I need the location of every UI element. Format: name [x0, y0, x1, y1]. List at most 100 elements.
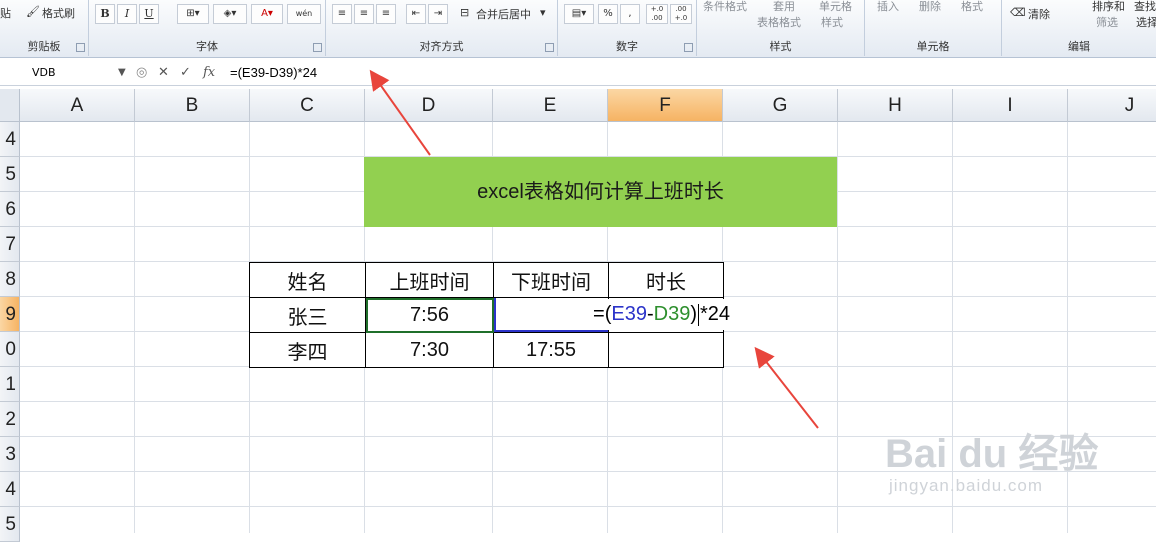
- phonetic-button[interactable]: wén: [287, 4, 321, 24]
- expand-icon[interactable]: ◎: [136, 65, 147, 80]
- row-header[interactable]: 1: [0, 367, 20, 402]
- text-caret: [698, 303, 699, 326]
- increase-decimal-button[interactable]: +.0 .00: [646, 4, 668, 24]
- fill-color-icon[interactable]: ◈▾: [213, 4, 247, 24]
- column-header-a[interactable]: A: [20, 89, 135, 122]
- find-select-button[interactable]: 选择: [1136, 14, 1156, 30]
- styles-group: 条件格式 套用 表格格式 单元格 样式 样式: [697, 0, 865, 56]
- cells-group-label: 单元格: [916, 40, 950, 53]
- underline-button[interactable]: U: [139, 4, 159, 24]
- clear-button[interactable]: 清除: [1028, 6, 1050, 22]
- number-group-label: 数字: [616, 40, 638, 53]
- align-center-icon[interactable]: ≡: [354, 4, 374, 24]
- cell-style-button[interactable]: 样式: [821, 14, 843, 30]
- row-header[interactable]: 2: [0, 402, 20, 437]
- row-header[interactable]: 5: [0, 507, 20, 542]
- row-header[interactable]: 4: [0, 472, 20, 507]
- comma-button[interactable]: ,: [620, 4, 640, 24]
- row-header[interactable]: 7: [0, 227, 20, 262]
- column-gridline: [134, 122, 135, 533]
- insert-function-icon[interactable]: fx: [203, 65, 215, 80]
- column-header-e[interactable]: E: [493, 89, 608, 122]
- decrease-decimal-button[interactable]: .00 +.0: [670, 4, 692, 24]
- number-launcher-icon[interactable]: .: [684, 43, 693, 52]
- column-header-g[interactable]: G: [723, 89, 838, 122]
- column-header-f[interactable]: F: [608, 89, 723, 122]
- find-select-top[interactable]: 查找: [1134, 0, 1156, 14]
- merge-dropdown-icon[interactable]: ▾: [540, 6, 546, 19]
- editing-group: ⌫ 清除 排序和 筛选 查找 选择 编辑: [1002, 0, 1156, 56]
- cell-end-time[interactable]: [493, 297, 609, 333]
- ribbon: 贴 🖌 格式刷 剪贴板 . B I U ⊞▾ ◈▾ A▾ wén 字体 . ≡ …: [0, 0, 1156, 58]
- bold-button[interactable]: B: [95, 4, 115, 24]
- table-format-top[interactable]: 套用: [773, 0, 795, 14]
- cancel-icon[interactable]: ✕: [158, 65, 169, 80]
- formula-minus: -: [646, 303, 654, 325]
- delete-button[interactable]: 删除: [919, 0, 941, 14]
- cell-start-time[interactable]: 7:56: [365, 297, 494, 333]
- insert-button[interactable]: 插入: [877, 0, 899, 14]
- column-header-i[interactable]: I: [953, 89, 1068, 122]
- clear-icon[interactable]: ⌫: [1010, 6, 1026, 19]
- table-format-button[interactable]: 表格格式: [757, 14, 801, 30]
- formula-eq: =: [593, 303, 605, 325]
- row-header[interactable]: 9: [0, 297, 20, 332]
- confirm-icon[interactable]: ✓: [180, 65, 191, 80]
- formula-rest: *24: [700, 303, 731, 325]
- header-cell-start[interactable]: 上班时间: [365, 262, 494, 298]
- header-cell-duration[interactable]: 时长: [608, 262, 724, 298]
- row-header[interactable]: 4: [0, 122, 20, 157]
- row-header[interactable]: 8: [0, 262, 20, 297]
- cell-start-time[interactable]: 7:30: [365, 332, 494, 368]
- header-cell-end[interactable]: 下班时间: [493, 262, 609, 298]
- paste-button[interactable]: 贴: [0, 5, 11, 21]
- format-button[interactable]: 格式: [961, 0, 983, 14]
- formula-input[interactable]: [228, 63, 1152, 82]
- watermark-brand: Bai du 经验: [885, 432, 1099, 476]
- column-header-h[interactable]: H: [838, 89, 953, 122]
- cell-style-top[interactable]: 单元格: [819, 0, 852, 14]
- decrease-indent-icon[interactable]: ⇤: [406, 4, 426, 24]
- accounting-format-icon[interactable]: ▤▾: [564, 4, 594, 24]
- row-header[interactable]: 5: [0, 157, 20, 192]
- select-all-corner[interactable]: [0, 89, 20, 122]
- conditional-format-button[interactable]: 条件格式: [703, 0, 747, 14]
- row-header[interactable]: 0: [0, 332, 20, 367]
- borders-icon[interactable]: ⊞▾: [177, 4, 209, 24]
- cell-end-time[interactable]: 17:55: [493, 332, 609, 368]
- format-painter-icon[interactable]: 🖌: [26, 5, 40, 18]
- column-header-d[interactable]: D: [365, 89, 493, 122]
- align-right-icon[interactable]: ≡: [376, 4, 396, 24]
- formula-close-paren: ): [690, 303, 697, 325]
- column-header-c[interactable]: C: [250, 89, 365, 122]
- name-box[interactable]: VDB: [2, 63, 128, 82]
- italic-button[interactable]: I: [117, 4, 137, 24]
- sort-filter-button[interactable]: 筛选: [1096, 14, 1118, 30]
- name-box-dropdown-icon[interactable]: ▼: [118, 67, 126, 78]
- merge-center-icon[interactable]: ⊟: [460, 6, 469, 19]
- alignment-launcher-icon[interactable]: .: [545, 43, 554, 52]
- table-header-row: 姓名 上班时间 下班时间 时长: [249, 262, 724, 298]
- table-row: 李四 7:30 17:55: [249, 332, 724, 368]
- merge-center-button[interactable]: 合并后居中: [476, 6, 531, 22]
- column-header-j[interactable]: J: [1068, 89, 1156, 122]
- alignment-group-label: 对齐方式: [419, 40, 464, 53]
- font-color-icon[interactable]: A▾: [251, 4, 283, 24]
- row-header[interactable]: 3: [0, 437, 20, 472]
- sort-filter-top[interactable]: 排序和: [1092, 0, 1125, 14]
- font-launcher-icon[interactable]: .: [313, 43, 322, 52]
- column-header-b[interactable]: B: [135, 89, 250, 122]
- cell-name[interactable]: 张三: [249, 297, 366, 333]
- format-painter-button[interactable]: 格式刷: [42, 5, 75, 21]
- row-header[interactable]: 6: [0, 192, 20, 227]
- clipboard-launcher-icon[interactable]: .: [76, 43, 85, 52]
- title-banner[interactable]: excel表格如何计算上班时长: [364, 157, 837, 227]
- header-cell-name[interactable]: 姓名: [249, 262, 366, 298]
- cell-name[interactable]: 李四: [249, 332, 366, 368]
- watermark: Bai du 经验 jingyan.baidu.com: [885, 432, 1098, 496]
- align-left-icon[interactable]: ≡: [332, 4, 352, 24]
- cell-duration[interactable]: [608, 332, 724, 368]
- percent-button[interactable]: %: [598, 4, 618, 24]
- in-cell-formula-editor[interactable]: =(E39-D39) *24: [593, 299, 733, 330]
- increase-indent-icon[interactable]: ⇥: [428, 4, 448, 24]
